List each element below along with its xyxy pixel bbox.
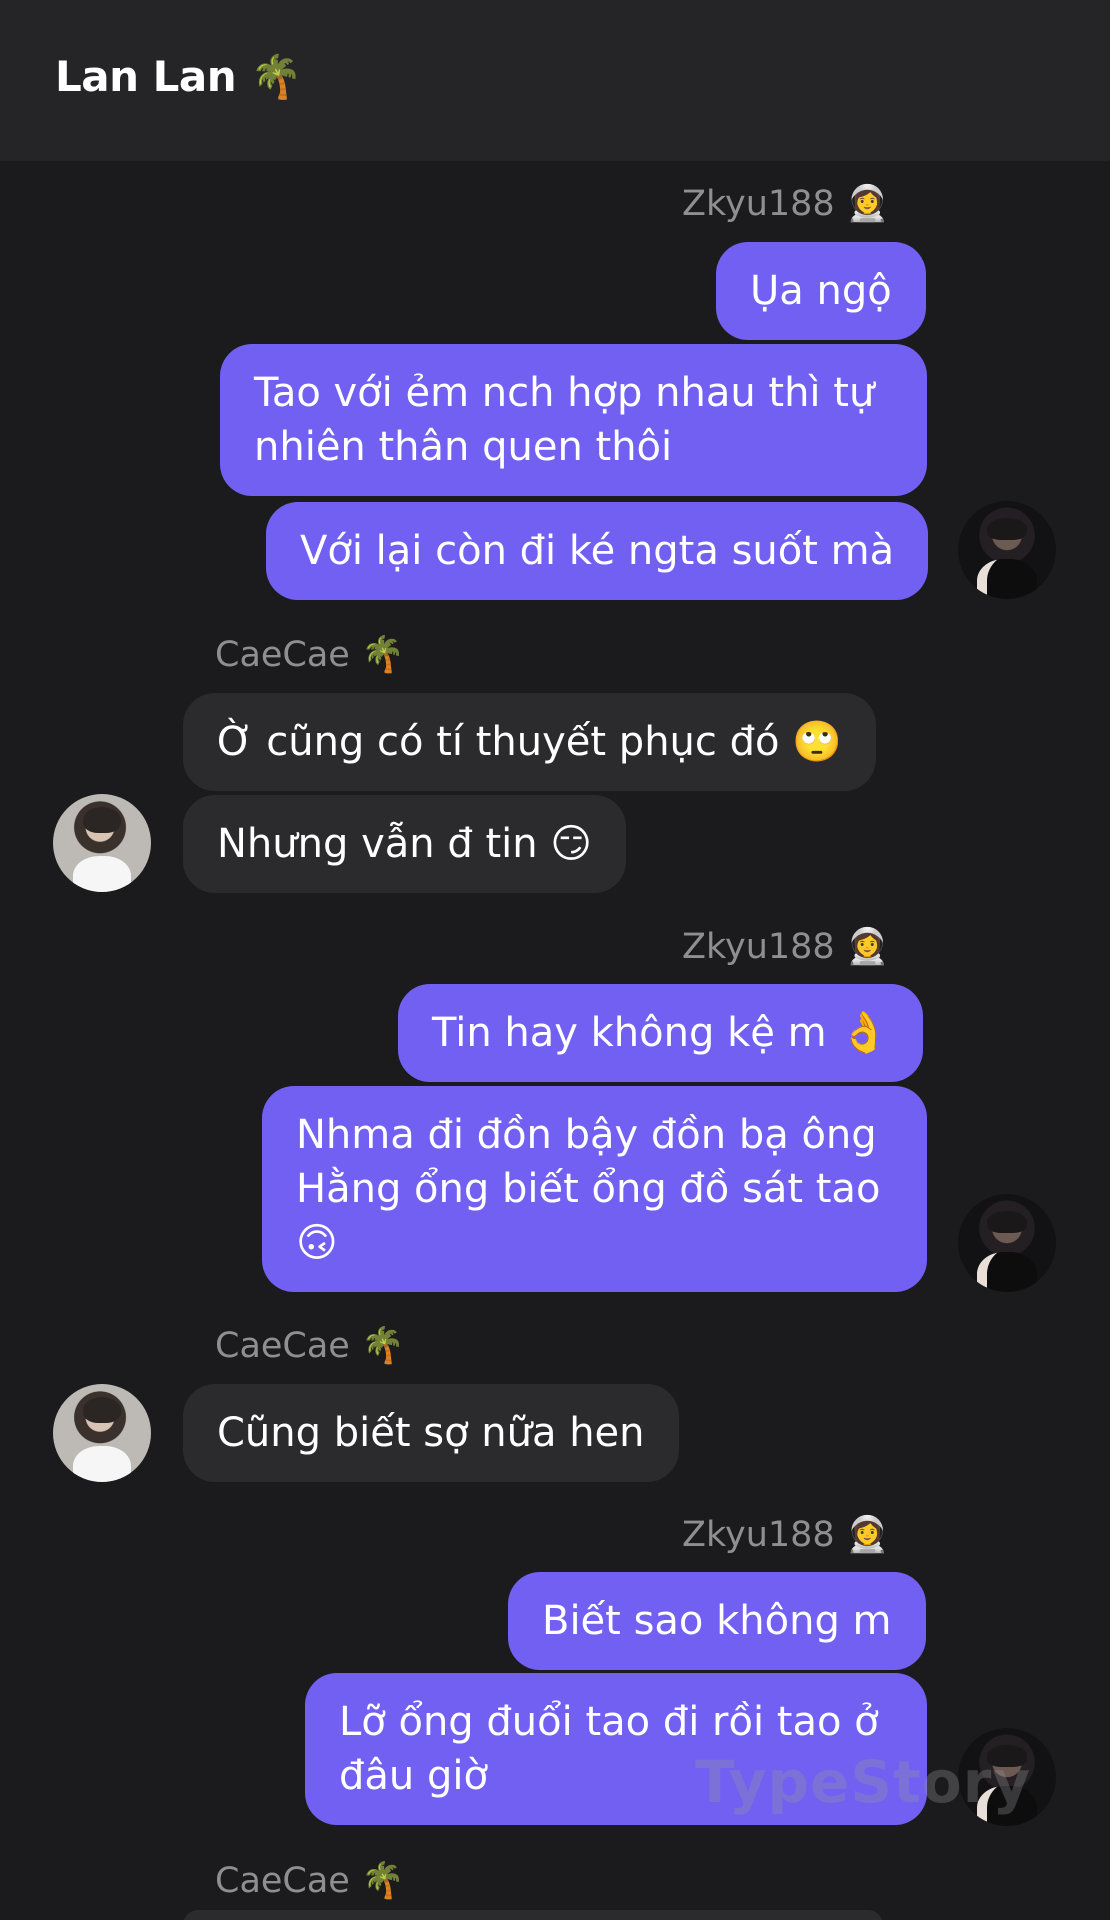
my-avatar[interactable] xyxy=(958,1194,1056,1292)
sender-name: Zkyu188 👩‍🚀 xyxy=(682,927,890,967)
sender-name: CaeCae 🌴 xyxy=(215,1326,405,1366)
message-bubble[interactable]: Biết sao không m xyxy=(508,1572,926,1670)
sender-name: CaeCae 🌴 xyxy=(215,1861,405,1901)
message-bubble[interactable]: Ụa ngộ xyxy=(716,242,926,340)
message-bubble[interactable]: Với lại còn đi ké ngta suốt mà xyxy=(266,502,929,600)
my-avatar[interactable] xyxy=(958,501,1056,599)
watermark: TypeStory xyxy=(695,1748,1032,1816)
message-bubble[interactable]: Tao với ẻm nch hợp nhau thì tự nhiên thâ… xyxy=(220,344,927,496)
message-bubble[interactable]: Nhma đi đồn bậy đồn bạ ông Hằng ổng biết… xyxy=(262,1086,927,1292)
sender-name: Zkyu188 👩‍🚀 xyxy=(682,1515,890,1555)
contact-avatar[interactable] xyxy=(53,1384,151,1482)
sender-name: Zkyu188 👩‍🚀 xyxy=(682,184,890,224)
sender-name: CaeCae 🌴 xyxy=(215,635,405,675)
message-bubble[interactable]: Nhưng vẫn đ tin 😏 xyxy=(183,795,626,893)
chat-header: Lan Lan 🌴 xyxy=(0,0,1110,161)
message-bubble[interactable]: Cũng biết sợ nữa hen xyxy=(183,1384,679,1482)
contact-avatar[interactable] xyxy=(53,794,151,892)
chat-title[interactable]: Lan Lan 🌴 xyxy=(55,52,303,102)
message-bubble[interactable]: Tin hay không kệ m 👌 xyxy=(398,984,924,1082)
message-bubble[interactable]: Ờ cũng có tí thuyết phục đó 🙄 xyxy=(183,693,876,791)
message-bubble[interactable] xyxy=(183,1910,883,1920)
